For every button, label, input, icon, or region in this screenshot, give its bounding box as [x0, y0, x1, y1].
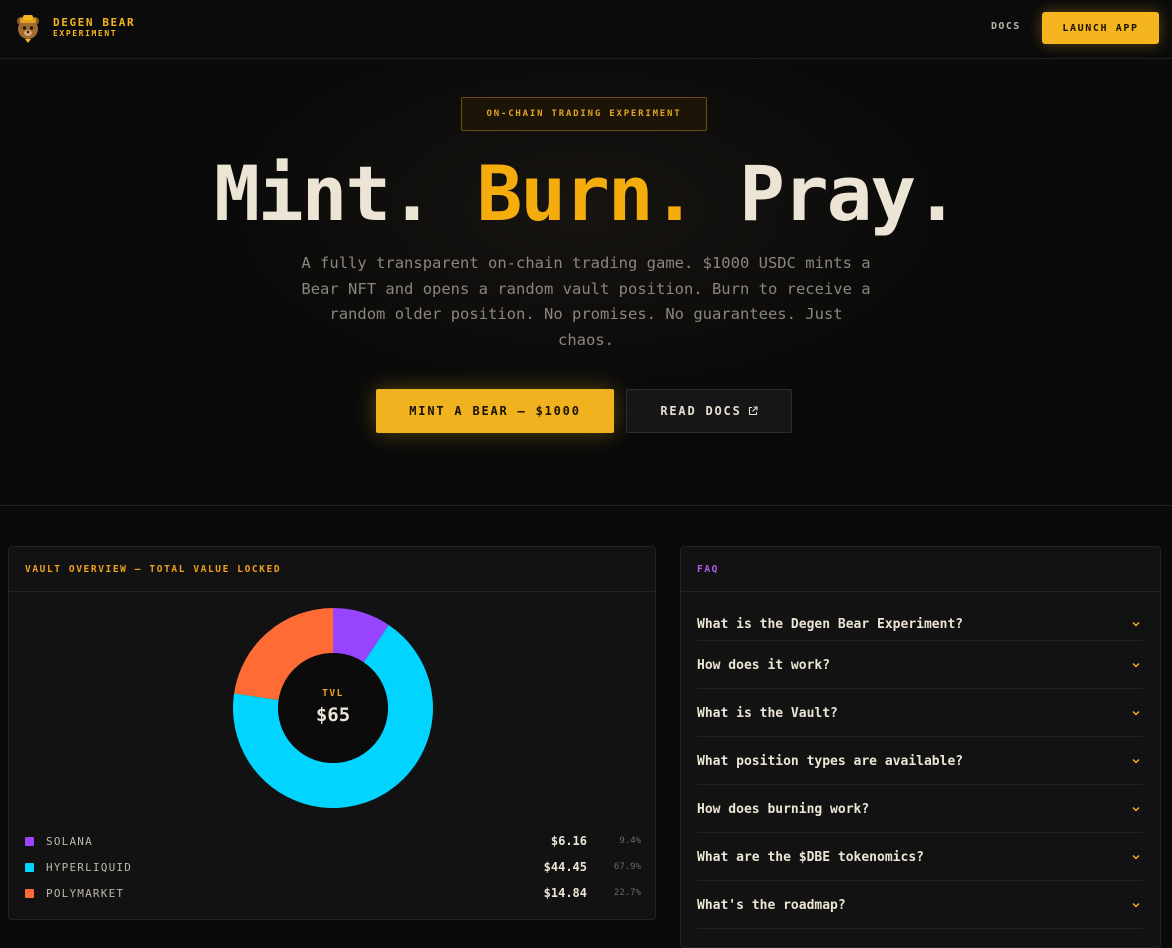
faq-question: What are the $DBE tokenomics?	[697, 849, 924, 865]
faq-question: How does it work?	[697, 657, 831, 673]
chevron-down-icon	[1132, 855, 1140, 860]
donut-center-label: TVL	[322, 688, 344, 699]
legend-value: $6.16	[550, 834, 587, 848]
faq-question: What's the roadmap?	[697, 897, 846, 913]
faq-card: FAQ What is the Degen Bear Experiment? H…	[680, 546, 1161, 948]
chevron-down-icon	[1132, 759, 1140, 764]
faq-title: FAQ	[681, 547, 1160, 592]
launch-app-button[interactable]: LAUNCH APP	[1042, 12, 1159, 44]
headline-burn: Burn.	[476, 149, 698, 238]
chevron-down-icon	[1132, 903, 1140, 908]
legend-value: $14.84	[543, 886, 587, 900]
legend-value: $44.45	[543, 860, 587, 874]
chevron-down-icon	[1132, 663, 1140, 668]
bear-icon	[17, 15, 39, 43]
headline-pray: Pray.	[695, 149, 960, 238]
hyperliquid-swatch	[25, 862, 34, 872]
faq-list: What is the Degen Bear Experiment? How d…	[697, 608, 1143, 930]
read-docs-button[interactable]: READ DOCS	[626, 389, 792, 433]
donut-center-value: $65	[316, 704, 350, 726]
faq-item[interactable]: How does burning work?	[697, 786, 1143, 833]
brand-text: DEGEN BEAR EXPERIMENT	[53, 17, 135, 39]
hero-headline: Mint. Burn. Pray.	[0, 149, 1172, 239]
brand-name: DEGEN BEAR	[53, 16, 136, 29]
legend-row-solana: SOLANA $6.16 9.4%	[25, 831, 641, 851]
vault-overview-card: VAULT OVERVIEW — TOTAL VALUE LOCKED TVL …	[8, 546, 656, 920]
faq-item[interactable]: What's the roadmap?	[697, 882, 1143, 929]
brand-subtitle: EXPERIMENT	[53, 29, 118, 38]
faq-item[interactable]: What position types are available?	[697, 738, 1143, 785]
faq-question: What is the Degen Bear Experiment?	[697, 616, 964, 632]
legend-row-hyperliquid: HYPERLIQUID $44.45 67.9%	[25, 857, 641, 877]
faq-item[interactable]: How does it work?	[697, 642, 1143, 689]
faq-question: What position types are available?	[697, 753, 964, 769]
read-docs-label: READ DOCS	[660, 404, 742, 418]
vault-card-title: VAULT OVERVIEW — TOTAL VALUE LOCKED	[9, 547, 655, 592]
faq-item[interactable]: What is the Degen Bear Experiment?	[697, 608, 1143, 641]
legend-row-polymarket: POLYMARKET $14.84 22.7%	[25, 883, 641, 903]
polymarket-swatch	[25, 888, 34, 898]
legend-percent: 67.9%	[613, 862, 641, 872]
legend-percent: 22.7%	[613, 888, 641, 898]
hero-badge: ON-CHAIN TRADING EXPERIMENT	[461, 97, 707, 131]
legend-name: HYPERLIQUID	[46, 860, 133, 874]
mint-bear-button[interactable]: MINT A BEAR — $1000	[376, 389, 614, 433]
legend-name: POLYMARKET	[46, 886, 125, 900]
legend-percent: 9.4%	[619, 836, 641, 846]
faq-question: How does burning work?	[697, 801, 870, 817]
brand[interactable]: DEGEN BEAR EXPERIMENT	[14, 12, 135, 44]
chevron-down-icon	[1132, 622, 1140, 627]
legend-name: SOLANA	[46, 834, 93, 848]
faq-item[interactable]: What are the $DBE tokenomics?	[697, 834, 1143, 881]
headline-mint: Mint.	[214, 149, 477, 238]
chevron-down-icon	[1132, 807, 1140, 812]
faq-item[interactable]: What is the Vault?	[697, 690, 1143, 737]
chevron-down-icon	[1132, 711, 1140, 716]
hero-section: ON-CHAIN TRADING EXPERIMENT Mint. Burn. …	[0, 59, 1172, 506]
solana-swatch	[25, 836, 34, 846]
top-nav: DEGEN BEAR EXPERIMENT DOCS LAUNCH APP	[0, 0, 1172, 59]
faq-question: What is the Vault?	[697, 705, 838, 721]
nav-docs-link[interactable]: DOCS	[991, 21, 1021, 32]
tvl-donut-chart: TVL $65	[232, 608, 433, 808]
external-link-icon	[748, 406, 758, 416]
hero-description: A fully transparent on-chain trading gam…	[301, 254, 871, 349]
